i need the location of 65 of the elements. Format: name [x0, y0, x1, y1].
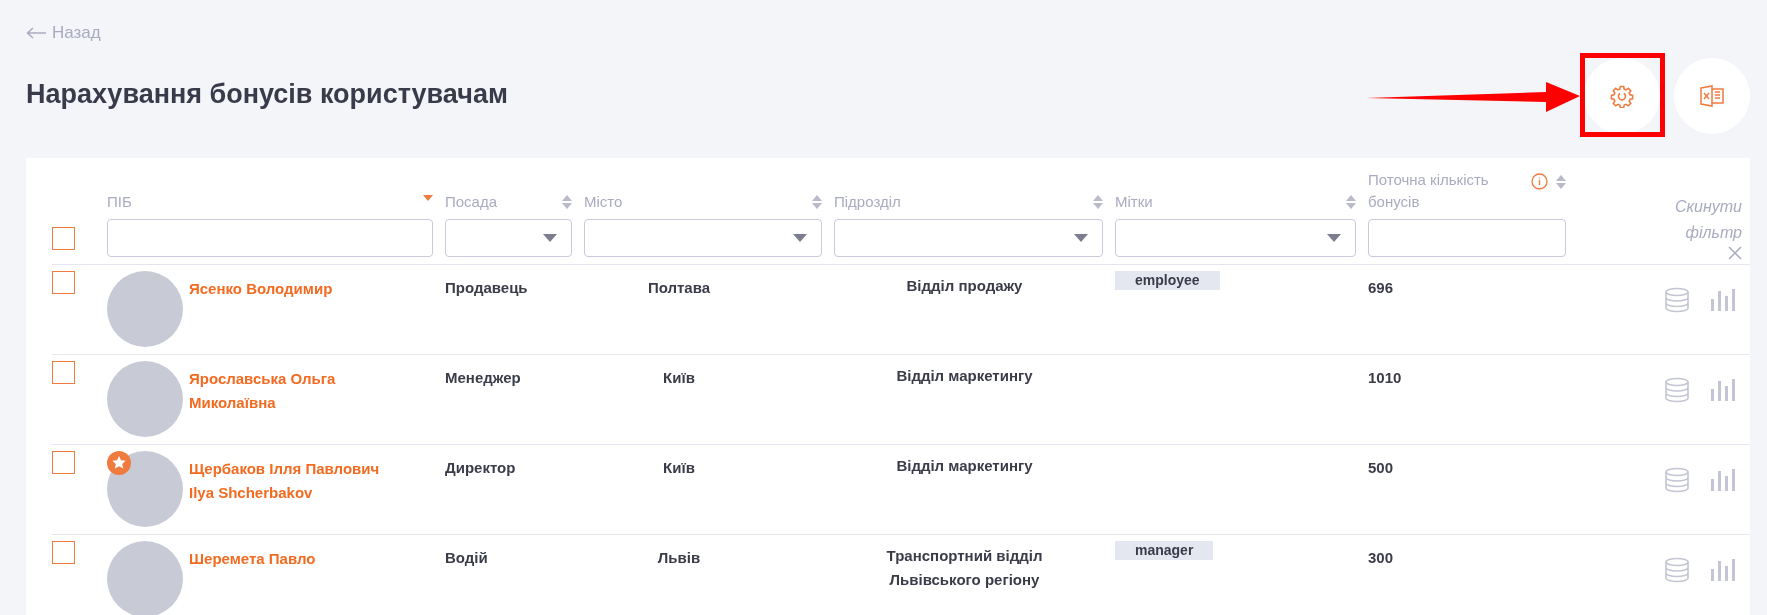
city-text: Львів [657, 549, 701, 566]
department-text: Відділ продажу [906, 276, 1023, 296]
tag: employee [1115, 271, 1220, 290]
column-header: Мітки [1115, 192, 1153, 212]
bonus-count: 500 [1368, 459, 1394, 476]
filter-dropdown[interactable] [584, 219, 822, 257]
bonus-count: 300 [1368, 549, 1394, 566]
checkbox[interactable] [52, 271, 75, 294]
coins-icon[interactable] [1664, 467, 1690, 493]
user-name-link[interactable]: Щербаков Ілля Павлович [189, 457, 380, 481]
bonus-count: 1010 [1368, 369, 1402, 386]
position-text: Водій [445, 549, 488, 566]
bar-chart-icon[interactable] [1710, 467, 1736, 491]
position-text: Менеджер [445, 369, 521, 386]
user-name-link[interactable]: Ilya Shcherbakov [189, 481, 380, 505]
bonus-count: 696 [1368, 279, 1394, 296]
department-text: Відділ маркетингу [896, 366, 1033, 386]
department-text: Транспортний відділ Львівського регіону [885, 546, 1044, 590]
filter-dropdown[interactable] [445, 219, 572, 257]
sort-icon[interactable] [1556, 174, 1566, 189]
sort-descending-icon[interactable] [423, 195, 433, 201]
tag: manager [1115, 541, 1214, 560]
bar-chart-icon[interactable] [1710, 377, 1736, 401]
user-name-link[interactable]: Ясенко Володимир [189, 277, 333, 301]
city-text: Київ [663, 459, 695, 476]
coins-icon[interactable] [1664, 377, 1690, 403]
position-text: Продавець [445, 279, 528, 296]
checkbox[interactable] [52, 541, 75, 564]
caret-icon [793, 234, 807, 242]
user-name-link[interactable]: Шеремета Павло [189, 547, 316, 571]
checkbox[interactable] [52, 361, 75, 384]
page-title: Нарахування бонусів користувачам [26, 77, 508, 111]
column-header: Поточна кількість бонусів [1368, 170, 1490, 212]
reset-filter-button[interactable]: Скинути фільтр [1646, 194, 1742, 260]
arrow-left-icon [26, 26, 46, 39]
bar-chart-icon[interactable] [1710, 557, 1736, 581]
bar-chart-icon[interactable] [1710, 287, 1736, 311]
close-icon [1728, 246, 1742, 260]
checkbox[interactable] [52, 227, 75, 250]
sort-icon[interactable] [812, 195, 822, 209]
column-header: Посада [445, 192, 498, 212]
sort-icon[interactable] [1346, 195, 1356, 209]
city-text: Київ [663, 369, 695, 386]
sort-icon[interactable] [562, 195, 572, 209]
column-header: Підрозділ [834, 192, 901, 212]
filter-field[interactable] [107, 219, 433, 257]
position-text: Директор [445, 459, 516, 476]
department-text: Відділ маркетингу [896, 456, 1033, 476]
sort-icon[interactable] [1093, 195, 1103, 209]
user-name-link[interactable]: Ярославська Ольга Миколаївна [189, 367, 414, 415]
spreadsheet-icon [1699, 84, 1725, 108]
back-link[interactable]: Назад [26, 20, 508, 46]
caret-icon [1327, 234, 1341, 242]
filter-field[interactable] [1368, 219, 1566, 257]
coins-icon[interactable] [1664, 557, 1690, 583]
checkbox[interactable] [52, 451, 75, 474]
caret-icon [543, 234, 557, 242]
column-header: ПІБ [107, 192, 132, 212]
gear-icon [1610, 84, 1634, 108]
column-header: Місто [584, 192, 623, 212]
city-text: Полтава [647, 279, 711, 296]
filter-dropdown[interactable] [834, 219, 1103, 257]
filter-dropdown[interactable] [1115, 219, 1356, 257]
coins-icon[interactable] [1664, 287, 1690, 313]
caret-icon [1074, 234, 1088, 242]
